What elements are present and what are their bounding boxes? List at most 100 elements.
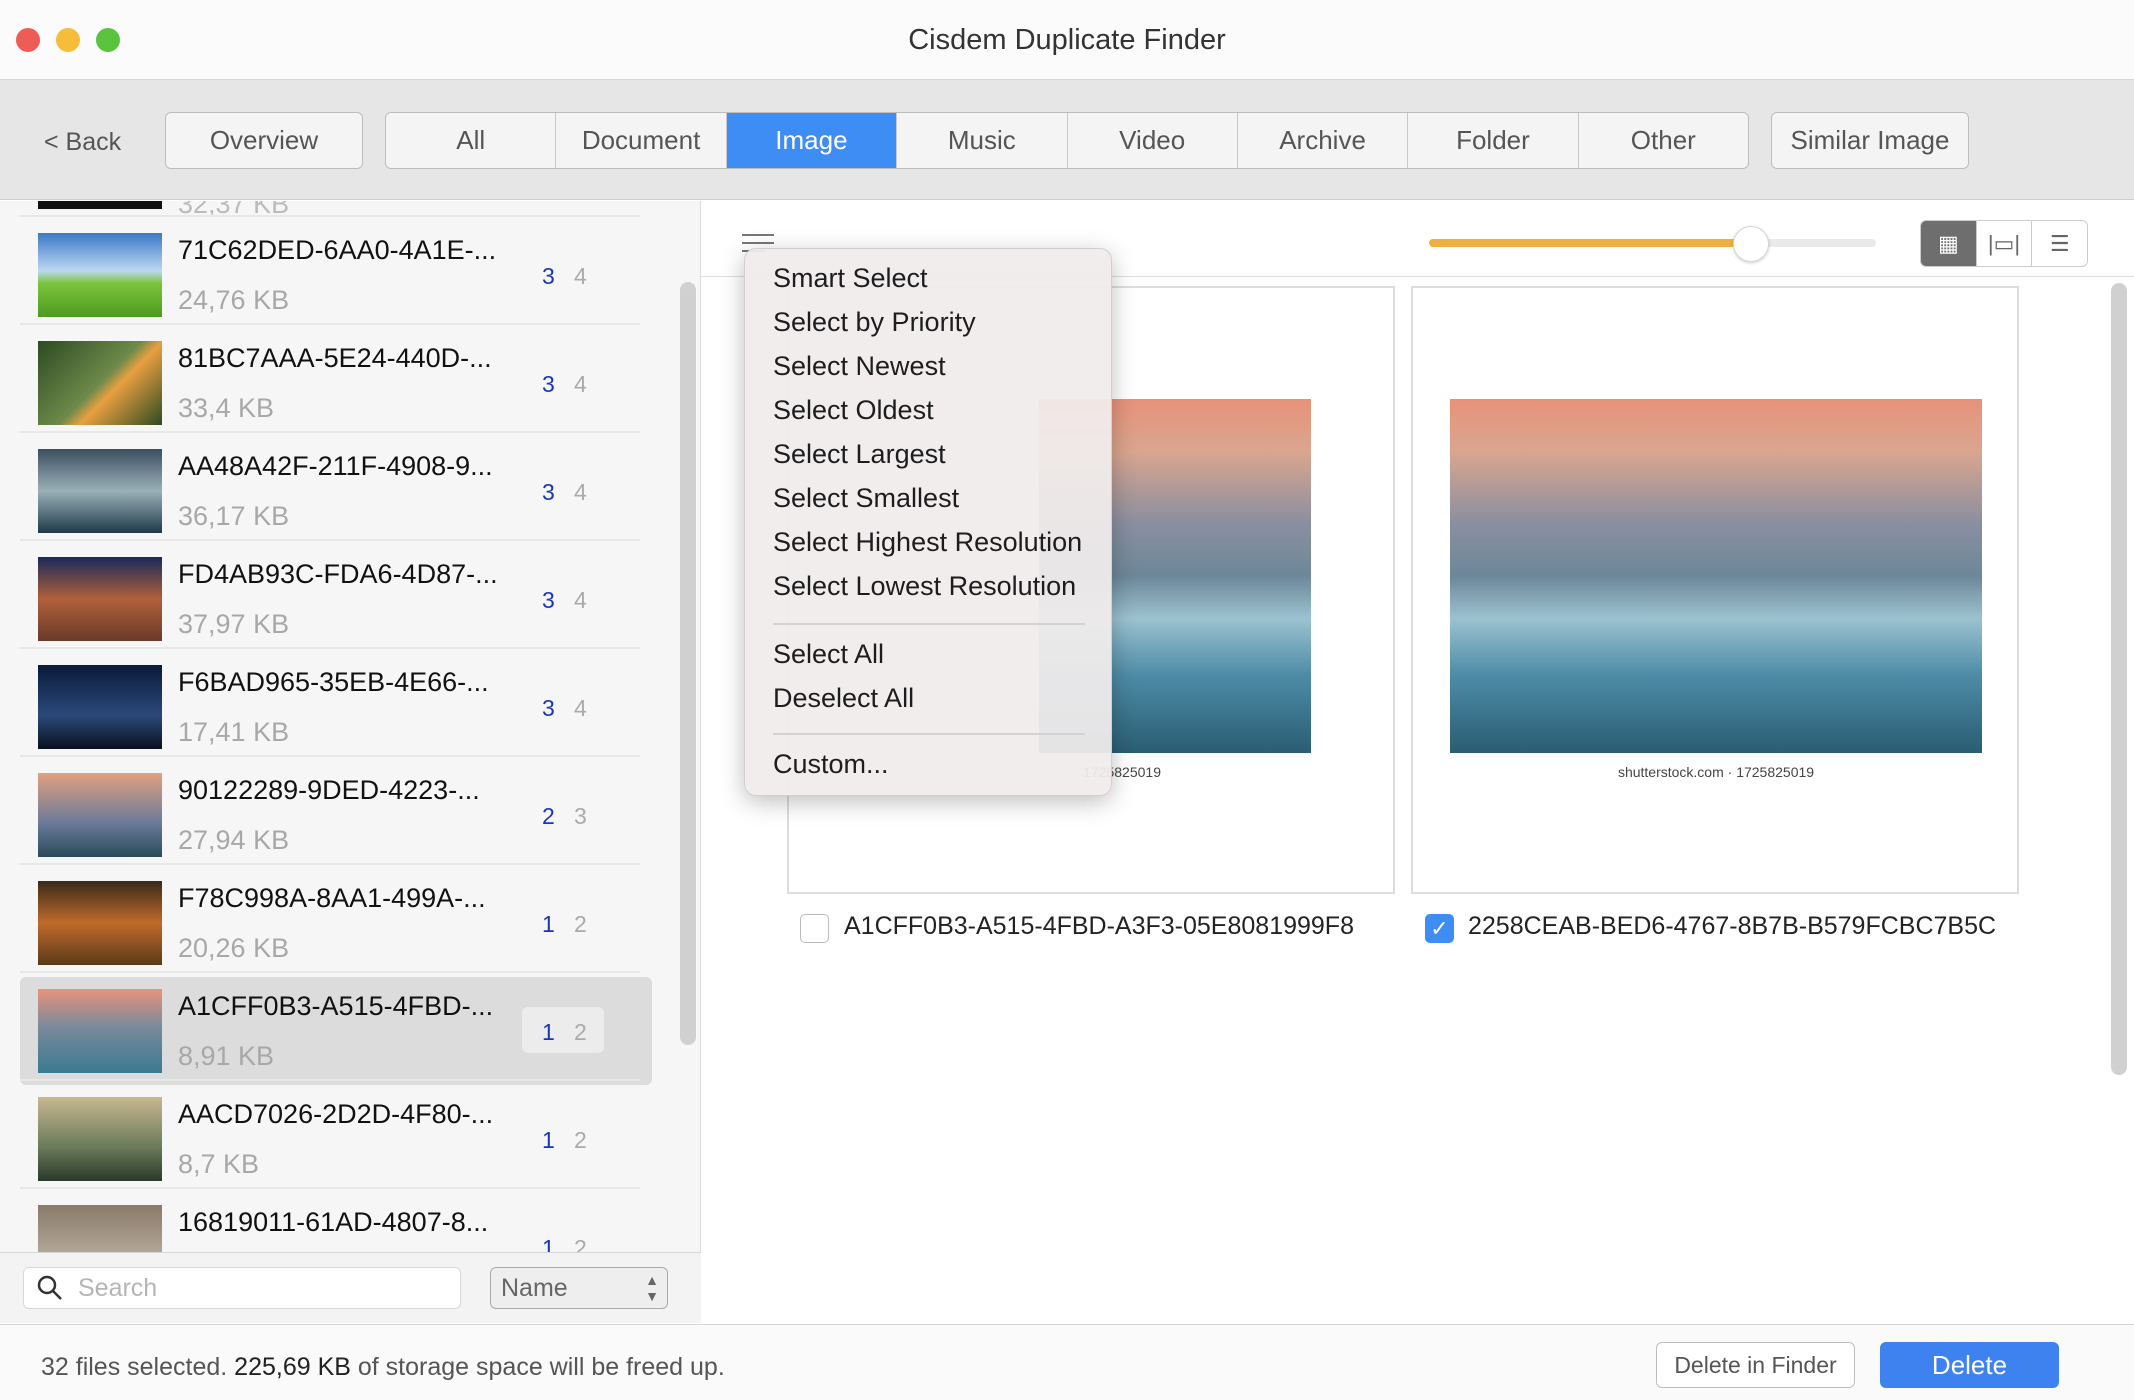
- total-count: 2: [574, 911, 587, 937]
- back-button[interactable]: < Back: [44, 128, 121, 157]
- menu-item[interactable]: Select by Priority: [773, 307, 976, 338]
- image-caption: shutterstock.com · 1725825019: [1617, 764, 1815, 780]
- file-name: 81BC7AAA-5E24-440D-...: [178, 343, 492, 373]
- filmstrip-icon[interactable]: |▭|: [1977, 221, 2033, 266]
- sidebar-scrollbar[interactable]: [680, 282, 696, 1045]
- file-name: AACD7026-2D2D-4F80-...: [178, 1099, 494, 1129]
- zoom-slider-knob[interactable]: [1732, 226, 1769, 262]
- file-size: 33,4 KB: [178, 393, 275, 423]
- thumbnail: [38, 201, 162, 209]
- selected-count: 1: [542, 911, 555, 937]
- image-preview: [1450, 399, 1982, 753]
- thumbnail: [38, 773, 162, 857]
- divider: [20, 431, 640, 433]
- overview-button[interactable]: Overview: [165, 112, 363, 169]
- list-item[interactable]: F6BAD965-35EB-4E66-... 17,41 KB 3 4: [20, 653, 652, 761]
- selected-count: 3: [542, 695, 555, 721]
- tab-folder[interactable]: Folder: [1408, 113, 1579, 168]
- grid-icon[interactable]: ▦: [1921, 221, 1977, 266]
- divider: [20, 1079, 640, 1081]
- tab-image[interactable]: Image: [726, 113, 898, 168]
- category-tabs: All Document Image Music Video Archive F…: [385, 112, 1749, 169]
- main-scrollbar[interactable]: [2111, 283, 2127, 1075]
- menu-item[interactable]: Select Oldest: [773, 395, 934, 426]
- file-name: 71C62DED-6AA0-4A1E-...: [178, 235, 497, 265]
- file-size: 37,97 KB: [178, 609, 290, 639]
- total-count: 4: [574, 587, 587, 613]
- total-count: 4: [574, 695, 587, 721]
- stepper-icon: ▲ ▼: [645, 1272, 659, 1304]
- thumbnail: [38, 665, 162, 749]
- list-item[interactable]: 90122289-9DED-4223-... 27,94 KB 2 3: [20, 761, 652, 869]
- menu-item[interactable]: Select Newest: [773, 351, 946, 382]
- divider: [20, 215, 640, 217]
- divider: [20, 323, 640, 325]
- file-size: 24,76 KB: [178, 285, 290, 315]
- view-mode-switch: ▦ |▭| ☰: [1920, 220, 2088, 267]
- toolbar: < Back Overview All Document Image Music…: [0, 80, 2134, 200]
- menu-item[interactable]: Select Lowest Resolution: [773, 571, 1076, 602]
- list-item[interactable]: A1CFF0B3-A515-4FBD-... 8,91 KB 1 2: [20, 977, 652, 1085]
- menu-item-custom[interactable]: Custom...: [773, 749, 889, 780]
- smart-select-menu: Smart Select Select by Priority Select New…: [744, 248, 1112, 796]
- thumbnail: [38, 557, 162, 641]
- menu-separator: [773, 623, 1085, 625]
- menu-separator: [773, 733, 1085, 735]
- zoom-slider-fill: [1429, 239, 1751, 247]
- tab-document[interactable]: Document: [556, 113, 727, 168]
- list-item[interactable]: AACD7026-2D2D-4F80-... 8,7 KB 1 2: [20, 1085, 652, 1193]
- tab-music[interactable]: Music: [897, 113, 1068, 168]
- selected-count: 1: [542, 1127, 555, 1153]
- sort-select[interactable]: Name ▲ ▼: [490, 1267, 668, 1309]
- search-icon: [37, 1275, 62, 1300]
- total-count: 4: [574, 263, 587, 289]
- menu-item[interactable]: Deselect All: [773, 683, 914, 714]
- total-count: 4: [574, 479, 587, 505]
- divider: [20, 647, 640, 649]
- divider: [20, 863, 640, 865]
- total-count: 4: [574, 371, 587, 397]
- file-checkbox[interactable]: [800, 914, 829, 943]
- selected-count: 2: [542, 803, 555, 829]
- menu-item[interactable]: Smart Select: [773, 263, 928, 294]
- total-count: 2: [574, 1019, 587, 1045]
- list-item[interactable]: 81BC7AAA-5E24-440D-... 33,4 KB 3 4: [20, 329, 652, 437]
- menu-item[interactable]: Select Smallest: [773, 483, 959, 514]
- selected-count: 3: [542, 263, 555, 289]
- list-icon[interactable]: ☰: [2032, 221, 2087, 266]
- list-item[interactable]: FD4AB93C-FDA6-4D87-... 37,97 KB 3 4: [20, 545, 652, 653]
- list-item[interactable]: AA48A42F-211F-4908-9... 36,17 KB 3 4: [20, 437, 652, 545]
- file-name: A1CFF0B3-A515-4FBD-A3F3-05E8081999F8: [844, 912, 1354, 940]
- title-bar: Cisdem Duplicate Finder: [0, 0, 2134, 80]
- file-card[interactable]: shutterstock.com · 1725825019: [1411, 286, 2019, 894]
- delete-button[interactable]: Delete: [1880, 1342, 2059, 1388]
- list-item[interactable]: 71C62DED-6AA0-4A1E-... 24,76 KB 3 4: [20, 221, 652, 329]
- thumbnail: [38, 1097, 162, 1181]
- list-item[interactable]: F78C998A-8AA1-499A-... 20,26 KB 1 2: [20, 869, 652, 977]
- file-checkbox[interactable]: ✓: [1425, 914, 1454, 943]
- tab-video[interactable]: Video: [1068, 113, 1238, 168]
- search-input[interactable]: Search: [23, 1267, 461, 1309]
- menu-item[interactable]: Select Largest: [773, 439, 946, 470]
- menu-item[interactable]: Select Highest Resolution: [773, 527, 1082, 558]
- file-name: 2258CEAB-BED6-4767-8B7B-B579FCBC7B5C: [1468, 912, 1997, 940]
- thumbnail: [38, 341, 162, 425]
- selected-count: 3: [542, 587, 555, 613]
- file-name: 90122289-9DED-4223-...: [178, 775, 480, 805]
- similar-image-button[interactable]: Similar Image: [1771, 112, 1969, 169]
- tab-archive[interactable]: Archive: [1238, 113, 1409, 168]
- menu-item[interactable]: Select All: [773, 639, 884, 670]
- thumbnail: [38, 881, 162, 965]
- tab-all[interactable]: All: [386, 113, 557, 168]
- total-count: 2: [574, 1127, 587, 1153]
- file-size: 8,91 KB: [178, 1041, 275, 1071]
- thumbnail: [38, 989, 162, 1073]
- divider: [20, 539, 640, 541]
- file-name: FD4AB93C-FDA6-4D87-...: [178, 559, 498, 589]
- status-text: 32 files selected. 225,69 KB of storage …: [41, 1353, 725, 1381]
- selected-count: 1: [542, 1019, 555, 1045]
- selected-count: 3: [542, 479, 555, 505]
- file-name: AA48A42F-211F-4908-9...: [178, 451, 493, 481]
- delete-in-finder-button[interactable]: Delete in Finder: [1656, 1342, 1855, 1388]
- tab-other[interactable]: Other: [1579, 113, 1748, 168]
